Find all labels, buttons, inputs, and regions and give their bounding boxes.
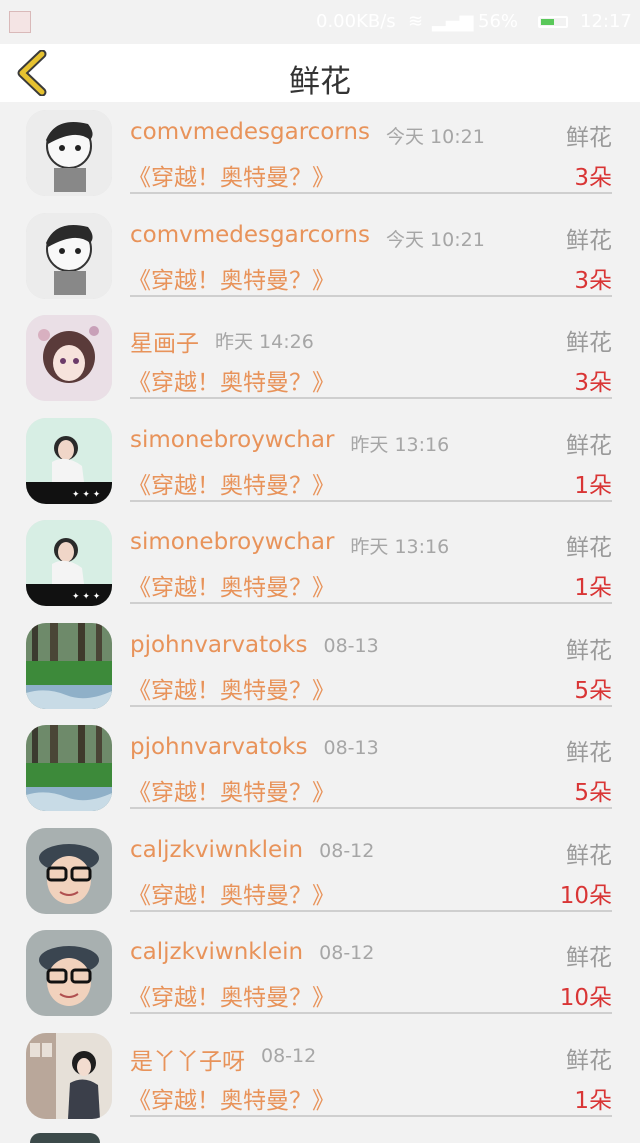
work-title[interactable]: 《穿越！奥特曼？》 xyxy=(128,1081,335,1115)
timestamp: 08-13 xyxy=(323,737,379,759)
signal-icon: ▂▄▆ xyxy=(432,11,474,32)
divider xyxy=(130,397,612,399)
forest-avatar[interactable] xyxy=(26,725,112,811)
next-row-avatar-peek xyxy=(30,1133,100,1143)
gift-type: 鲜花 xyxy=(566,740,612,766)
gift-type: 鲜花 xyxy=(566,125,612,151)
work-title[interactable]: 《穿越！奥特曼？》 xyxy=(128,363,335,397)
photo-girl-avatar[interactable]: ✦ ✦ ✦ xyxy=(26,417,112,504)
gift-type: 鲜花 xyxy=(566,842,612,869)
gift-type: 鲜花 xyxy=(566,432,612,459)
user-name[interactable]: comvmedesgarcorns xyxy=(130,119,370,145)
list-item[interactable]: pjohnvarvatoks 08-13 鲜花 《穿越！奥特曼？》 5朵 xyxy=(0,717,640,820)
app-notification-icon xyxy=(9,11,31,33)
girl-room-avatar[interactable] xyxy=(26,1032,112,1119)
gift-type: 鲜花 xyxy=(566,945,612,971)
flower-count: 10朵 xyxy=(559,882,612,909)
battery-level xyxy=(541,19,555,25)
timestamp: 08-12 xyxy=(261,1044,317,1067)
gift-list: comvmedesgarcorns 今天 10:21 鲜花 《穿越！奥特曼？》 … xyxy=(0,102,640,1127)
divider xyxy=(130,192,612,194)
work-title[interactable]: 《穿越！奥特曼？》 xyxy=(128,671,335,705)
list-item[interactable]: caljzkviwnklein 08-12 鲜花 《穿越！奥特曼？》 10朵 xyxy=(0,820,640,923)
user-name[interactable]: pjohnvarvatoks xyxy=(130,734,307,760)
list-item[interactable]: ✦ ✦ ✦ simonebroywchar 昨天 13:16 鲜花 《穿越！奥特… xyxy=(0,410,640,513)
list-item[interactable]: pjohnvarvatoks 08-13 鲜花 《穿越！奥特曼？》 5朵 xyxy=(0,615,640,718)
timestamp: 今天 10:21 xyxy=(386,228,485,251)
divider xyxy=(130,602,612,604)
gift-type: 鲜花 xyxy=(566,535,612,561)
flower-count: 1朵 xyxy=(574,472,612,499)
cartoon-boy-avatar[interactable] xyxy=(26,212,112,299)
user-name[interactable]: caljzkviwnklein xyxy=(130,939,303,965)
timestamp: 今天 10:21 xyxy=(386,126,485,148)
network-speed: 0.00KB/s xyxy=(316,11,396,32)
divider xyxy=(130,294,612,297)
list-item[interactable]: 星画子 昨天 14:26 鲜花 《穿越！奥特曼？》 3朵 xyxy=(0,307,640,410)
page-title: 鲜花 xyxy=(289,64,351,100)
cartoon-boy-avatar[interactable] xyxy=(26,110,112,196)
list-item[interactable]: comvmedesgarcorns 今天 10:21 鲜花 《穿越！奥特曼？》 … xyxy=(0,102,640,205)
svg-text:✦ ✦ ✦: ✦ ✦ ✦ xyxy=(72,490,101,500)
work-title[interactable]: 《穿越！奥特曼？》 xyxy=(128,773,335,807)
flower-count: 10朵 xyxy=(559,985,612,1011)
timestamp: 昨天 13:16 xyxy=(350,433,450,456)
clock: 12:17 xyxy=(580,11,632,32)
divider xyxy=(130,807,612,809)
user-name[interactable]: 星画子 xyxy=(130,324,199,358)
list-item[interactable]: 是丫丫子呀 08-12 鲜花 《穿越！奥特曼？》 1朵 xyxy=(0,1025,640,1128)
user-name[interactable]: simonebroywchar xyxy=(130,427,334,453)
boy-cap-avatar[interactable] xyxy=(26,930,112,1016)
title-bar: 鲜花 xyxy=(0,44,640,102)
divider xyxy=(130,1012,612,1014)
flower-count: 3朵 xyxy=(574,267,612,294)
status-bar: 0.00KB/s ≋ ▂▄▆ 56% 12:17 xyxy=(0,0,640,44)
divider xyxy=(130,704,612,707)
flower-count: 5朵 xyxy=(574,780,612,806)
photo-girl-avatar[interactable]: ✦ ✦ ✦ xyxy=(26,520,112,606)
divider xyxy=(130,909,612,912)
list-item[interactable]: comvmedesgarcorns 今天 10:21 鲜花 《穿越！奥特曼？》 … xyxy=(0,205,640,308)
flower-count: 1朵 xyxy=(574,1087,612,1114)
user-name[interactable]: comvmedesgarcorns xyxy=(130,222,370,248)
gift-type: 鲜花 xyxy=(566,637,612,664)
battery-icon xyxy=(538,16,568,28)
gift-type: 鲜花 xyxy=(566,227,612,254)
anime-girl-avatar[interactable] xyxy=(26,315,112,401)
timestamp: 08-12 xyxy=(319,839,375,862)
flower-count: 3朵 xyxy=(574,370,612,396)
timestamp: 08-12 xyxy=(319,942,375,964)
boy-cap-avatar[interactable] xyxy=(26,827,112,914)
work-title[interactable]: 《穿越！奥特曼？》 xyxy=(128,158,335,192)
user-name[interactable]: pjohnvarvatoks xyxy=(130,632,307,658)
wifi-icon: ≋ xyxy=(408,11,424,32)
forest-avatar[interactable] xyxy=(26,622,112,709)
flower-count: 1朵 xyxy=(574,575,612,601)
list-item[interactable]: ✦ ✦ ✦ simonebroywchar 昨天 13:16 鲜花 《穿越！奥特… xyxy=(0,512,640,615)
user-name[interactable]: caljzkviwnklein xyxy=(130,837,303,863)
work-title[interactable]: 《穿越！奥特曼？》 xyxy=(128,466,335,500)
work-title[interactable]: 《穿越！奥特曼？》 xyxy=(128,978,335,1012)
work-title[interactable]: 《穿越！奥特曼？》 xyxy=(128,261,335,295)
work-title[interactable]: 《穿越！奥特曼？》 xyxy=(128,876,335,910)
svg-text:✦ ✦ ✦: ✦ ✦ ✦ xyxy=(72,592,101,602)
user-name[interactable]: 是丫丫子呀 xyxy=(130,1042,245,1076)
battery-percent: 56% xyxy=(478,11,519,32)
timestamp: 昨天 14:26 xyxy=(215,331,314,353)
list-item[interactable]: caljzkviwnklein 08-12 鲜花 《穿越！奥特曼？》 10朵 xyxy=(0,922,640,1025)
timestamp: 08-13 xyxy=(323,634,379,657)
gift-type: 鲜花 xyxy=(566,330,612,356)
flower-count: 3朵 xyxy=(574,165,612,191)
flower-count: 5朵 xyxy=(574,677,612,704)
timestamp: 昨天 13:16 xyxy=(350,536,450,558)
divider xyxy=(130,1114,612,1117)
work-title[interactable]: 《穿越！奥特曼？》 xyxy=(128,568,335,602)
user-name[interactable]: simonebroywchar xyxy=(130,529,334,555)
divider xyxy=(130,499,612,502)
gift-type: 鲜花 xyxy=(566,1047,612,1074)
